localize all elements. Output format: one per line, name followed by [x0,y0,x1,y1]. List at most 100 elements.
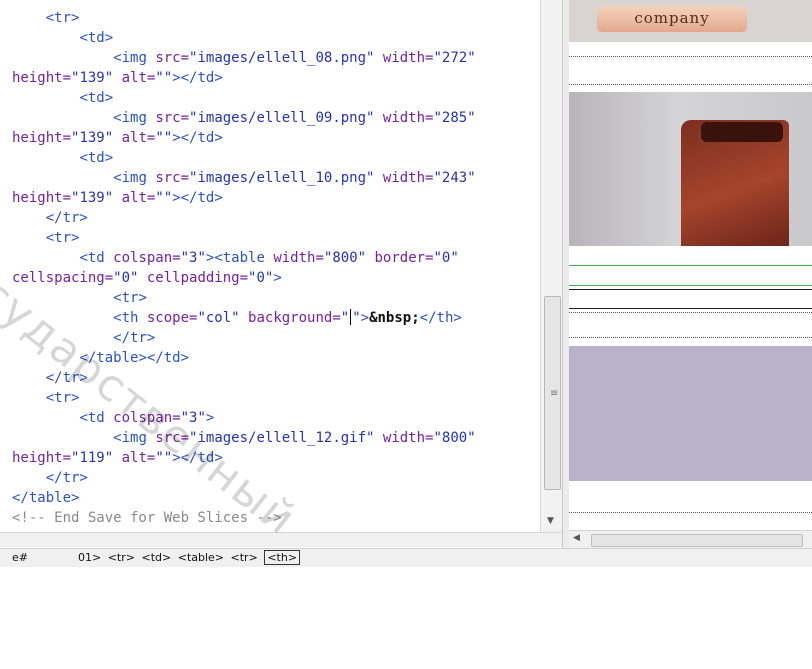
code-scroll-thumb[interactable]: ≡ [544,296,561,490]
code-token: "images/ellell_12.gif" [189,430,375,446]
code-token: </th> [419,310,462,326]
code-line[interactable]: </tr> [12,208,88,228]
code-line[interactable]: <img src="images/ellell_09.png" width="2… [12,108,476,128]
code-token: </tr> [113,330,156,346]
code-token: ></td> [172,130,223,146]
code-token: <th [113,310,147,326]
table-cell-border [569,512,812,513]
design-scroll-thumb[interactable] [591,534,803,547]
table-cell-border [569,56,812,57]
code-line[interactable]: <img src="images/ellell_08.png" width="2… [12,48,476,68]
code-token: > [273,270,282,286]
code-line[interactable]: <tr> [12,388,80,408]
tag-selector-item[interactable]: <tr> [231,551,258,564]
code-token: <tr> [45,390,80,406]
code-token: ></td> [172,190,223,206]
code-token: <td [79,410,114,426]
scroll-left-arrow-icon[interactable]: ◀ [573,533,580,543]
code-line[interactable]: cellspacing="0" cellpadding="0"> [12,268,282,288]
tag-selector-item[interactable]: <table> [178,551,224,564]
code-line[interactable]: height="139" alt=""></td> [12,68,223,88]
code-line[interactable]: <td> [12,28,113,48]
code-token: scope= [146,310,198,326]
code-token: <img [113,110,156,126]
code-token: colspan= [113,250,181,266]
table-cell-border [569,84,812,85]
code-line[interactable]: height="139" alt=""></td> [12,188,223,208]
tag-selector-item[interactable]: <tr> [108,551,135,564]
code-vertical-scrollbar[interactable]: ≡ ▼ [540,0,563,532]
tag-selector-selected[interactable]: <th> [264,550,301,565]
code-line[interactable]: </table></td> [12,348,189,368]
code-token: "3" [180,250,206,266]
code-line[interactable]: <td> [12,148,113,168]
code-line[interactable]: <!-- End Save for Web Slices --> [12,508,282,528]
code-token: <img [113,430,156,446]
code-line[interactable]: <tr> [12,288,147,308]
code-token: > [360,310,370,326]
code-token: "" [155,190,173,206]
code-token: "" [155,70,173,86]
code-token: height= [12,190,72,206]
scroll-down-arrow-icon[interactable]: ▼ [547,516,554,526]
code-token: "285" [433,110,476,126]
code-token: <tr> [113,290,147,306]
code-editor[interactable]: <tr> <td> <img src="images/ellell_08.png… [0,0,540,532]
code-line[interactable]: <tr> [12,228,80,248]
grip-icon: ≡ [550,388,559,399]
code-line[interactable]: </table> [12,488,79,508]
code-token: "243" [433,170,476,186]
code-token: "0" [248,270,274,286]
code-line[interactable]: </tr> [12,368,88,388]
code-token: alt= [113,450,156,466]
code-token: width= [374,110,434,126]
code-token: colspan= [113,410,181,426]
code-token: <tr> [45,10,80,26]
brown-object-top [701,122,783,142]
code-token: </tr> [45,470,88,486]
footer-image-slice[interactable] [569,346,812,481]
code-token: </table> [12,490,80,506]
code-line[interactable]: height="119" alt=""></td> [12,448,223,468]
selected-table-row[interactable] [569,265,812,286]
code-token: <td> [79,150,114,166]
code-token: <td [79,250,114,266]
tag-selector: 01> <tr> <td> <table> <tr> <th> [78,550,303,565]
code-line[interactable]: <img src="images/ellell_12.gif" width="8… [12,428,476,448]
code-token: > [205,410,215,426]
code-line[interactable]: </tr> [12,468,88,488]
tag-selector-item[interactable]: <td> [142,551,172,564]
code-line[interactable]: </tr> [12,328,155,348]
code-token: "" [155,130,173,146]
status-bar: e# 01> <tr> <td> <table> <tr> <th> [0,548,812,567]
code-line[interactable]: <tr> [12,8,80,28]
code-line[interactable]: <td> [12,88,113,108]
table-row-outline[interactable] [569,289,812,309]
code-horizontal-scrollbar[interactable] [0,532,562,547]
code-token: " [340,310,350,326]
design-view[interactable]: company [569,0,812,530]
code-token: width= [374,50,434,66]
code-token: ><table [205,250,274,266]
code-token: src= [155,50,190,66]
code-token: "3" [180,410,206,426]
product-photo[interactable] [569,92,812,246]
code-token: "images/ellell_10.png" [189,170,375,186]
tag-selector-item[interactable]: 01> [78,551,101,564]
code-line[interactable]: <th scope="col" background=" ">&nbsp;</th… [12,308,462,328]
code-line[interactable]: height="139" alt=""></td> [12,128,223,148]
code-line[interactable]: <img src="images/ellell_10.png" width="2… [12,168,476,188]
code-token: "800" [433,430,476,446]
code-token: "272" [433,50,476,66]
code-token: ></td> [172,70,223,86]
code-token: &nbsp; [369,310,420,326]
code-token: <img [113,170,156,186]
code-token: "images/ellell_09.png" [189,110,375,126]
table-cell-border [569,312,812,313]
code-token: "0" [433,250,459,266]
code-line[interactable]: <td colspan="3"><table width="800" borde… [12,248,459,268]
design-horizontal-scrollbar[interactable]: ◀ [569,530,812,549]
code-line[interactable]: <td colspan="3"> [12,408,214,428]
code-token: " [352,310,361,326]
code-token: <td> [79,90,114,106]
